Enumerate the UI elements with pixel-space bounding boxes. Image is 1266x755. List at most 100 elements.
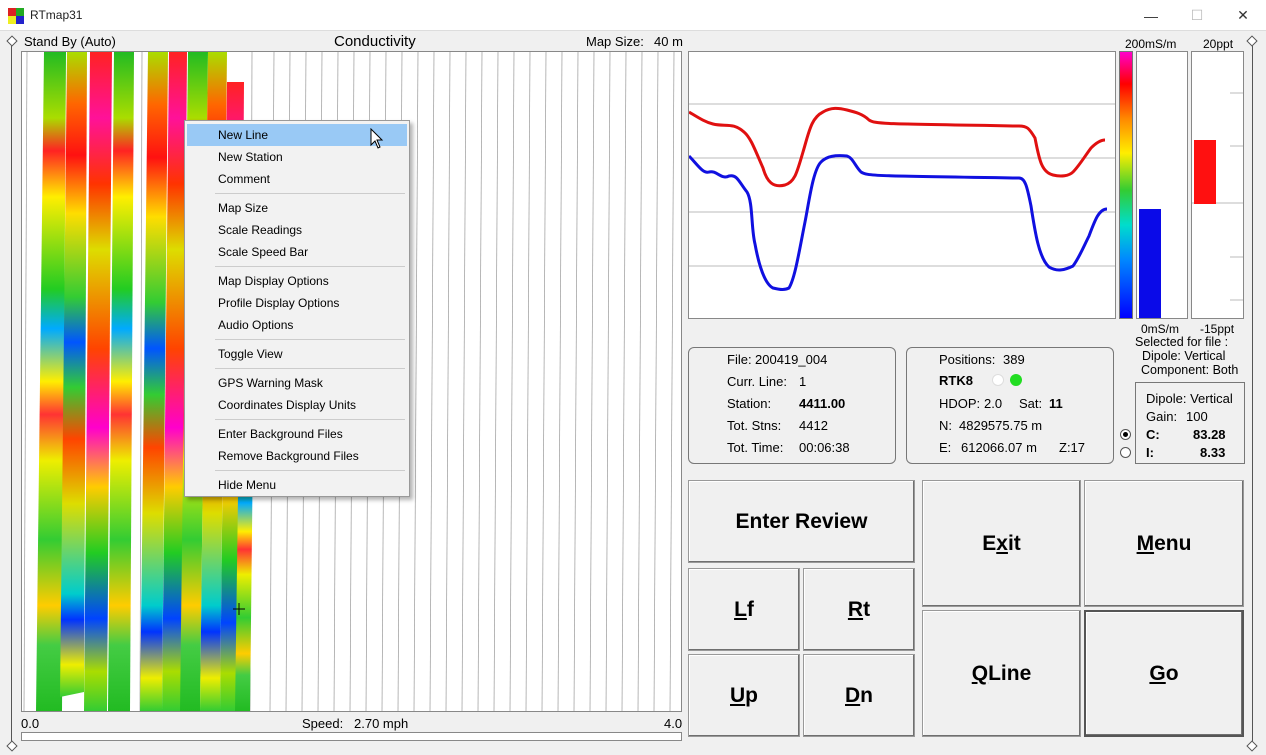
radio-inphase[interactable] — [1120, 447, 1131, 458]
minimize-button[interactable]: — — [1128, 0, 1174, 31]
menu-item-hide-menu[interactable]: Hide Menu — [187, 474, 407, 496]
cond-profile-line — [687, 154, 1108, 291]
gps-panel: Positions: 389 RTK8 HDOP: 2.0 Sat: 11 N:… — [906, 347, 1114, 464]
map-size-label: Map Size: — [586, 34, 644, 49]
menu-item-coordinates-display-units[interactable]: Coordinates Display Units — [187, 394, 407, 416]
menu-separator — [215, 266, 405, 267]
positions-value: 389 — [1003, 352, 1025, 367]
menu-item-gps-warning-mask[interactable]: GPS Warning Mask — [187, 372, 407, 394]
context-menu: New Line New Station Comment Map Size Sc… — [184, 120, 410, 497]
enter-review-button[interactable]: Enter Review — [688, 480, 915, 563]
gps-led-off-icon — [992, 374, 1004, 386]
exit-button[interactable]: Exit — [922, 480, 1081, 607]
menu-item-map-size[interactable]: Map Size — [187, 197, 407, 219]
hdop-label: HDOP: — [939, 396, 981, 411]
selected-component: Component: Both — [1141, 363, 1239, 377]
cond-level-meter — [1136, 51, 1188, 319]
i-label: I: — [1146, 445, 1154, 460]
cond-level-fill — [1139, 209, 1161, 318]
ip-profile-line — [688, 106, 1106, 188]
menu-separator — [215, 419, 405, 420]
menu-label: Menu — [1136, 531, 1192, 555]
positions-label: Positions: — [939, 352, 996, 367]
ip-scale-min-label: -15ppt — [1200, 322, 1235, 336]
menu-item-scale-speed-bar[interactable]: Scale Speed Bar — [187, 241, 407, 263]
menu-item-comment[interactable]: Comment — [187, 168, 407, 190]
sat-label: Sat: — [1019, 396, 1043, 411]
color-scale-bar — [1119, 51, 1133, 319]
menu-item-enter-background-files[interactable]: Enter Background Files — [187, 423, 407, 445]
c-label: C: — [1146, 427, 1160, 442]
curr-line-label: Curr. Line: — [727, 374, 787, 389]
gain-value: 100 — [1186, 409, 1208, 424]
up-button[interactable]: Up — [688, 654, 800, 737]
qline-label: QLine — [971, 661, 1032, 685]
hdop-value: 2.0 — [984, 396, 1003, 411]
menu-separator — [215, 193, 405, 194]
i-value: 8.33 — [1200, 445, 1226, 460]
menu-item-profile-display-options[interactable]: Profile Display Options — [187, 292, 407, 314]
up-label: Up — [730, 683, 758, 707]
speed-bar — [21, 732, 682, 741]
window-title: RTmap31 — [30, 8, 83, 22]
down-button[interactable]: Dn — [803, 654, 915, 737]
tot-time-value: 00:06:38 — [799, 440, 850, 455]
maximize-button: ☐ — [1190, 7, 1204, 23]
rtk-status: RTK8 — [939, 373, 973, 388]
map-size-value: 40 m — [654, 34, 683, 49]
northing-label: N: — [939, 418, 952, 433]
radio-conductivity[interactable] — [1120, 429, 1131, 440]
menu-item-audio-options[interactable]: Audio Options — [187, 314, 407, 336]
file-info-panel: File: 200419_004 Curr. Line: 1 Station: … — [688, 347, 896, 464]
menu-item-map-display-options[interactable]: Map Display Options — [187, 270, 407, 292]
right-button[interactable]: Rt — [803, 568, 915, 651]
speed-label: Speed: — [302, 716, 344, 731]
tot-stns-label: Tot. Stns: — [727, 418, 782, 433]
close-button[interactable]: ✕ — [1220, 0, 1266, 31]
station-value: 4411.00 — [799, 396, 846, 411]
menu-separator — [215, 368, 405, 369]
mouse-cursor-icon — [370, 128, 384, 149]
profile-plot[interactable] — [687, 51, 1116, 319]
selected-for-file-label: Selected for file : — [1135, 335, 1229, 349]
title-bar: RTmap31 — ☐ ✕ — [0, 0, 1266, 31]
station-label: Station: — [727, 396, 772, 411]
easting-value: 612066.07 m — [961, 440, 1037, 455]
elevation-zone: Z:17 — [1059, 440, 1086, 455]
speed-max-label: 4.0 — [664, 716, 683, 731]
file-label: File: — [727, 352, 752, 367]
menu-item-toggle-view[interactable]: Toggle View — [187, 343, 407, 365]
enter-review-label: Enter Review — [735, 509, 868, 533]
frame-border-right — [1252, 46, 1253, 741]
left-button[interactable]: Lf — [688, 568, 800, 651]
dipole-panel: Dipole: Vertical Gain: 100 C: 83.28 I: 8… — [1135, 382, 1245, 464]
sat-value: 11 — [1049, 396, 1063, 411]
menu-separator — [215, 470, 405, 471]
ip-scale-max-label: 20ppt — [1203, 37, 1234, 51]
menu-item-scale-readings[interactable]: Scale Readings — [187, 219, 407, 241]
dipole-label: Dipole: Vertical — [1146, 391, 1233, 406]
profile-canvas — [687, 103, 1115, 291]
cond-scale-max-label: 200mS/m — [1125, 37, 1177, 51]
exit-label: Exit — [982, 531, 1021, 555]
menu-item-remove-background-files[interactable]: Remove Background Files — [187, 445, 407, 467]
menu-button[interactable]: Menu — [1084, 480, 1244, 607]
gain-label: Gain: — [1146, 409, 1178, 424]
speed-value: 2.70 mph — [354, 716, 409, 731]
right-label: Rt — [847, 597, 871, 621]
curr-line-value: 1 — [799, 374, 807, 389]
file-value: 200419_004 — [755, 352, 828, 367]
qline-button[interactable]: QLine — [922, 610, 1081, 737]
northing-value: 4829575.75 m — [959, 418, 1043, 433]
tot-stns-value: 4412 — [799, 418, 828, 433]
status-mode: Stand By (Auto) — [24, 34, 116, 49]
go-button[interactable]: Go — [1084, 610, 1244, 737]
tot-time-label: Tot. Time: — [727, 440, 784, 455]
speed-min-label: 0.0 — [21, 716, 40, 731]
gps-led-on-icon — [1010, 374, 1022, 386]
c-value: 83.28 — [1193, 427, 1226, 442]
app-icon — [8, 8, 24, 24]
map-parameter-title: Conductivity — [334, 33, 416, 50]
easting-label: E: — [939, 440, 952, 455]
left-label: Lf — [734, 597, 754, 621]
